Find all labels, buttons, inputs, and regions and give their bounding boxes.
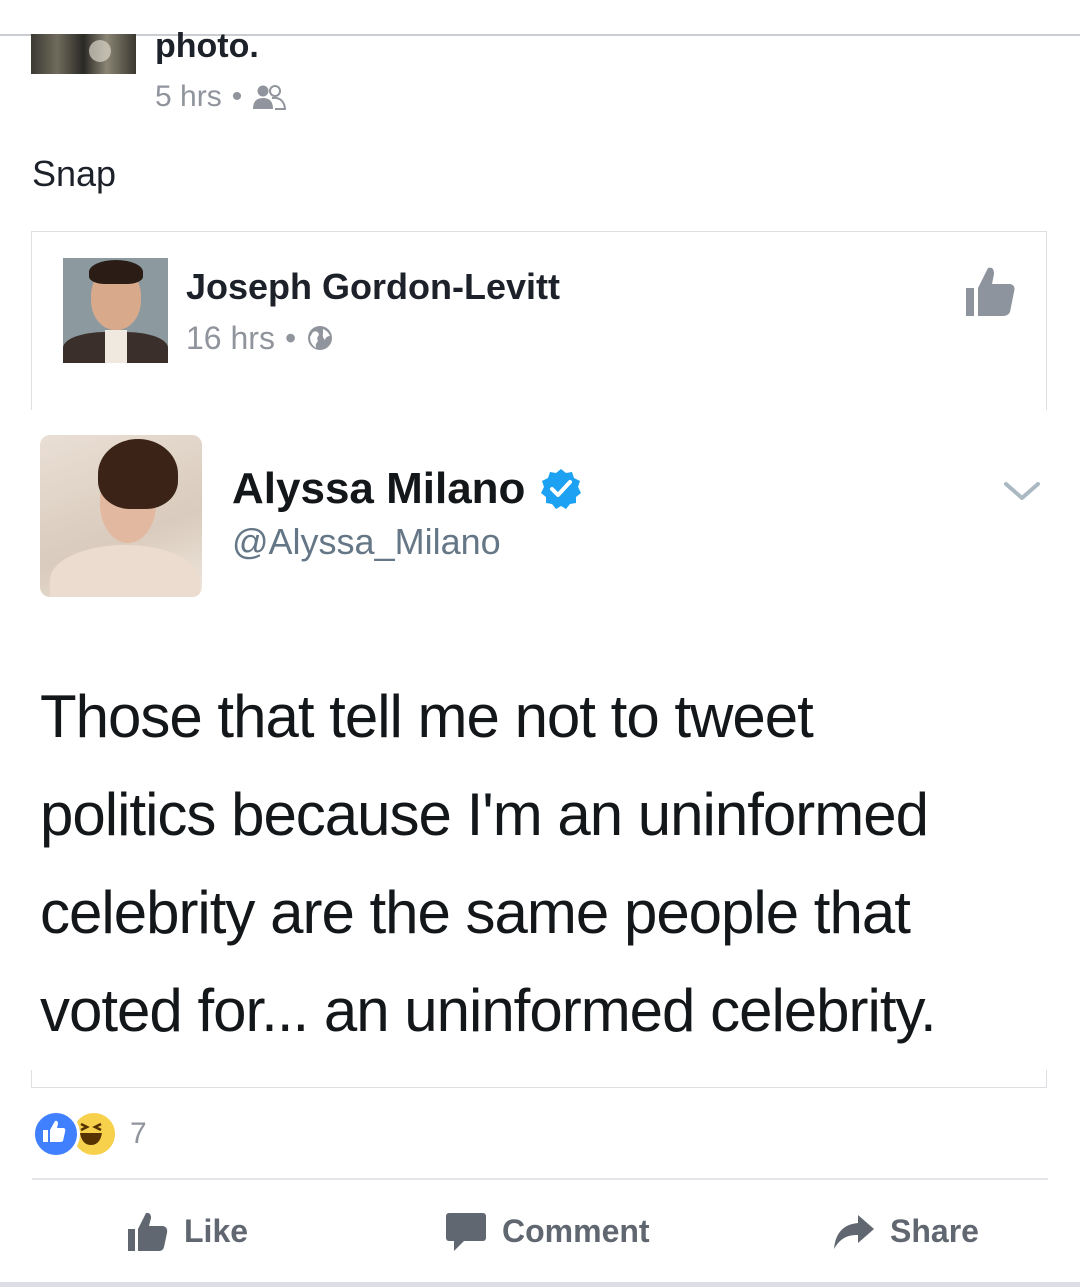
post-text: Snap — [32, 153, 117, 194]
globe-icon — [308, 326, 333, 350]
attached-photo-thumbnail[interactable] — [31, 34, 136, 74]
avatar — [40, 435, 202, 597]
meta-separator: • — [284, 320, 297, 356]
like-button[interactable]: Like — [126, 1200, 248, 1262]
verified-badge-icon — [541, 469, 582, 509]
tweet-line: Those that tell me not to tweet — [40, 683, 814, 750]
share-arrow-icon — [834, 1215, 874, 1249]
tweet-author-label: Alyssa Milano — [232, 464, 526, 513]
post-actions-bar: Like Comment Share — [0, 1200, 1080, 1262]
share-button[interactable]: Share — [832, 1200, 979, 1262]
actions-divider — [32, 1178, 1048, 1180]
tweet-line: celebrity are the same people that — [40, 879, 911, 946]
share-label: Share — [890, 1212, 979, 1249]
meta-separator: • — [231, 80, 243, 113]
reaction-count: 7 — [130, 1117, 147, 1150]
tweet-line: voted for... an uninformed celebrity. — [40, 977, 937, 1044]
shared-post-time[interactable]: 16 hrs — [186, 318, 275, 358]
post-meta: 5 hrs • — [155, 78, 287, 116]
tweet-author-name: Alyssa Milano — [232, 462, 583, 516]
tweet-text: Those that tell me not to tweet politics… — [40, 668, 1050, 1060]
thumbs-up-icon[interactable] — [962, 262, 1018, 320]
shared-post-meta: 16 hrs • — [186, 318, 334, 358]
tweet-author-handle: @Alyssa_Milano — [232, 521, 501, 562]
like-label: Like — [184, 1212, 249, 1249]
chevron-down-icon — [1004, 482, 1040, 500]
comment-icon — [446, 1213, 486, 1251]
post-title-fragment: photo. — [155, 27, 259, 65]
shared-post-author[interactable]: Joseph Gordon-Levitt — [186, 264, 560, 310]
bottom-divider — [0, 1282, 1080, 1287]
comment-button[interactable]: Comment — [444, 1200, 650, 1262]
comment-label: Comment — [502, 1212, 650, 1249]
friends-icon — [253, 85, 287, 110]
thumbs-up-icon — [128, 1212, 168, 1251]
tweet-line: politics because I'm an uninformed — [40, 781, 929, 848]
reactions-summary[interactable]: 7 — [32, 1110, 147, 1158]
post-time[interactable]: 5 hrs — [155, 78, 222, 116]
avatar[interactable] — [63, 258, 168, 363]
like-reaction-icon — [32, 1110, 80, 1158]
